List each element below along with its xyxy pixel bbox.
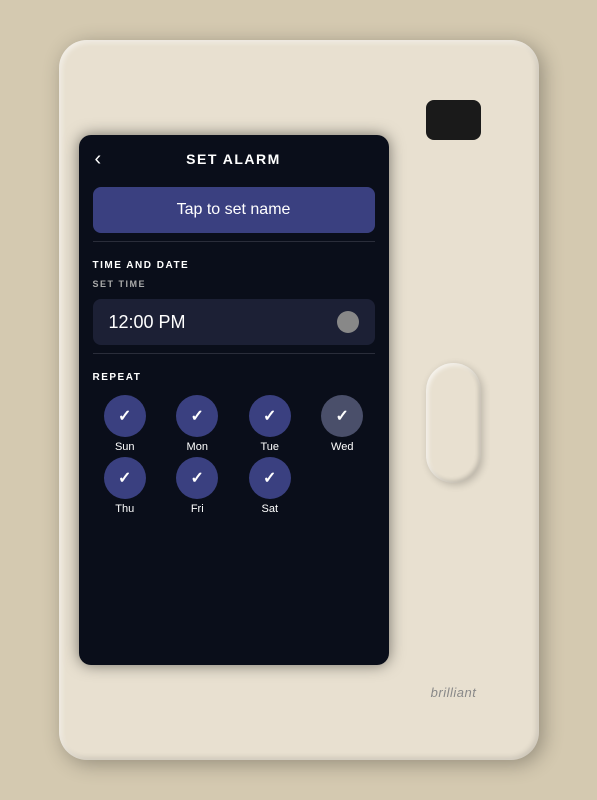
divider-1: [93, 241, 375, 242]
day-tue[interactable]: ✓ Tue: [238, 395, 303, 453]
day-empty: [310, 457, 375, 515]
day-fri[interactable]: ✓ Fri: [165, 457, 230, 515]
repeat-section-label: REPEAT: [79, 362, 389, 387]
set-name-label: Tap to set name: [177, 201, 291, 218]
mon-check: ✓: [191, 406, 204, 426]
time-value: 12:00 PM: [109, 312, 186, 333]
thu-label: Thu: [115, 503, 134, 515]
days-row-2: ✓ Thu ✓ Fri ✓ Sat: [79, 457, 389, 523]
mon-label: Mon: [187, 441, 208, 453]
day-sun[interactable]: ✓ Sun: [93, 395, 158, 453]
brand-label: brilliant: [431, 685, 477, 700]
wed-circle: ✓: [321, 395, 363, 437]
sat-check: ✓: [263, 468, 276, 488]
sat-label: Sat: [261, 503, 278, 515]
tue-label: Tue: [260, 441, 279, 453]
thu-check: ✓: [118, 468, 131, 488]
fri-circle: ✓: [176, 457, 218, 499]
time-date-section-label: TIME AND DATE: [79, 250, 389, 275]
day-wed[interactable]: ✓ Wed: [310, 395, 375, 453]
sun-check: ✓: [118, 406, 131, 426]
divider-2: [93, 353, 375, 354]
back-button[interactable]: ‹: [95, 149, 102, 169]
set-time-label: SET TIME: [79, 275, 389, 295]
mon-circle: ✓: [176, 395, 218, 437]
wall-plate: ‹ SET ALARM Tap to set name TIME AND DAT…: [59, 40, 539, 760]
microphone: [426, 100, 481, 140]
fri-label: Fri: [191, 503, 204, 515]
right-panel: brilliant: [389, 60, 519, 740]
day-thu[interactable]: ✓ Thu: [93, 457, 158, 515]
time-picker-row[interactable]: 12:00 PM: [93, 299, 375, 345]
device-screen: ‹ SET ALARM Tap to set name TIME AND DAT…: [79, 135, 389, 665]
tue-circle: ✓: [249, 395, 291, 437]
sun-label: Sun: [115, 441, 135, 453]
sun-circle: ✓: [104, 395, 146, 437]
time-toggle[interactable]: [337, 311, 359, 333]
wed-label: Wed: [331, 441, 353, 453]
day-mon[interactable]: ✓ Mon: [165, 395, 230, 453]
fri-check: ✓: [191, 468, 204, 488]
sat-circle: ✓: [249, 457, 291, 499]
tue-check: ✓: [263, 406, 276, 426]
page-title: SET ALARM: [186, 151, 281, 167]
set-name-button[interactable]: Tap to set name: [93, 187, 375, 233]
screen-header: ‹ SET ALARM: [79, 135, 389, 179]
wed-check: ✓: [336, 406, 349, 426]
thu-circle: ✓: [104, 457, 146, 499]
rocker-button[interactable]: [426, 363, 481, 483]
days-row-1: ✓ Sun ✓ Mon ✓ Tue ✓ Wed: [79, 387, 389, 457]
day-sat[interactable]: ✓ Sat: [238, 457, 303, 515]
